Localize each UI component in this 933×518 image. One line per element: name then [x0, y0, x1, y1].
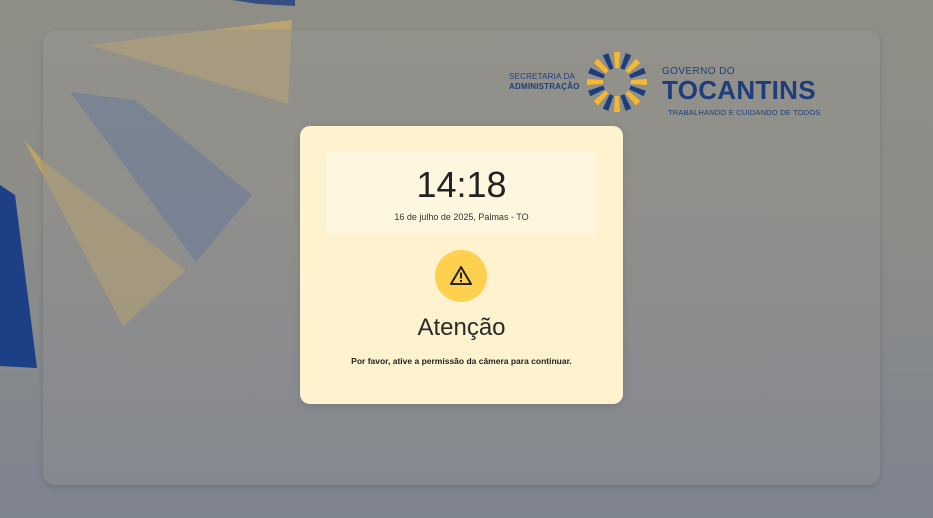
- logo-tagline: TRABALHANDO E CUIDANDO DE TODOS: [668, 108, 821, 117]
- warning-badge: [435, 250, 487, 302]
- secretaria-label: SECRETARIA DA ADMINISTRAÇÃO: [509, 72, 580, 92]
- state-name: TOCANTINS: [662, 75, 816, 105]
- modal-title: Atenção: [417, 314, 506, 341]
- government-logo: SECRETARIA DA ADMINISTRAÇÃO GOVERNO DO T…: [509, 48, 839, 120]
- sun-emblem-icon: [587, 52, 647, 112]
- secretaria-line2: ADMINISTRAÇÃO: [509, 82, 580, 91]
- clock-panel: 14:18 16 de julho de 2025, Palmas - TO: [326, 152, 597, 234]
- clock-time: 14:18: [416, 164, 507, 205]
- attention-modal: 14:18 16 de julho de 2025, Palmas - TO A…: [300, 126, 623, 404]
- clock-date: 16 de julho de 2025, Palmas - TO: [394, 212, 529, 222]
- modal-message: Por favor, ative a permissão da câmera p…: [351, 356, 572, 366]
- secretaria-line1: SECRETARIA DA: [509, 72, 576, 81]
- warning-icon: [450, 266, 472, 285]
